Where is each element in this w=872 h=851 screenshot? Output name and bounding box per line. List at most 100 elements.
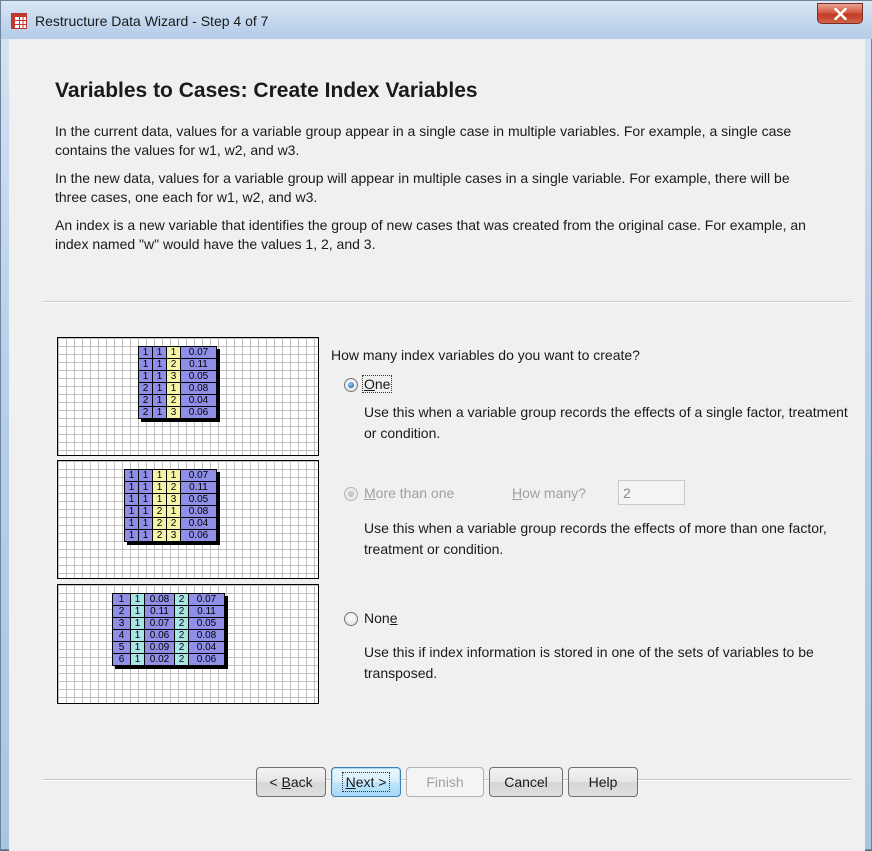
diagram-cell: 1 [130,641,145,654]
diagram-cell: 0.06 [144,629,175,642]
diagram-cell: 0.05 [180,493,217,506]
diagram-cell: 2 [174,629,189,642]
diagram-cell: 1 [138,505,153,518]
diagram-row: 5 1 0.09 2 0.04 [112,641,225,654]
diagram-row: 2 1 3 0.06 [138,406,217,419]
diagram-cell: 1 [152,346,167,359]
diagram-cell: 0.08 [144,593,175,606]
diagram-cell: 0.07 [180,469,217,482]
diagram-cell: 0.02 [144,653,175,666]
diagram-none-table: 1 1 0.08 2 0.07 2 1 0.11 2 0.11 3 1 0.07 2 0.05 4 1 0.06 2… [112,593,225,666]
diagram-cell: 3 [166,493,181,506]
diagram-cell: 2 [174,617,189,630]
diagram-cell: 1 [138,370,153,383]
diagram-cell: 1 [166,469,181,482]
diagram-cell: 2 [166,481,181,494]
diagram-cell: 1 [152,406,167,419]
diagram-row: 1 1 1 2 0.11 [124,481,217,494]
diagram-cell: 1 [152,469,167,482]
diagram-cell: 1 [124,469,139,482]
cancel-button[interactable]: Cancel [489,767,563,797]
diagram-cell: 1 [124,481,139,494]
close-button[interactable] [817,3,863,24]
diagram-cell: 1 [138,493,153,506]
wizard-window: Restructure Data Wizard - Step 4 of 7 Va… [0,0,872,851]
diagram-cell: 4 [112,629,131,642]
intro-paragraph-index: An index is a new variable that identifi… [55,217,806,252]
diagram-cell: 1 [130,629,145,642]
diagram-cell: 0.11 [180,481,217,494]
window-title: Restructure Data Wizard - Step 4 of 7 [35,13,269,29]
radio-none-label[interactable]: None [364,610,397,626]
how-many-input[interactable] [618,480,685,505]
diagram-cell: 1 [166,382,181,395]
finish-button[interactable]: Finish [406,767,484,797]
diagram-row: 1 1 1 1 0.07 [124,469,217,482]
diagram-row: 1 1 1 0.07 [138,346,217,359]
diagram-cell: 0.11 [144,605,175,618]
wizard-body: Variables to Cases: Create Index Variabl… [9,39,865,851]
diagram-cell: 1 [124,493,139,506]
diagram-cell: 2 [174,641,189,654]
diagram-cell: 1 [152,382,167,395]
back-button[interactable]: < Back [256,767,326,797]
next-button[interactable]: Next > [331,767,401,797]
intro-paragraph-current: In the current data, values for a variab… [55,123,792,158]
page-title: Variables to Cases: Create Index Variabl… [55,79,478,102]
diagram-cell: 0.08 [188,629,225,642]
title-bar[interactable]: Restructure Data Wizard - Step 4 of 7 [1,1,872,39]
diagram-cell: 2 [112,605,131,618]
diagram-row: 2 1 1 0.08 [138,382,217,395]
diagram-cell: 0.07 [188,593,225,606]
diagram-row: 1 1 2 2 0.04 [124,517,217,530]
diagram-more-table: 1 1 1 1 0.07 1 1 1 2 0.11 1 1 1 3 0.05 1 1 2 1 0.08 1 1 2 2 0.04… [124,469,217,542]
diagram-cell: 0.08 [180,382,217,395]
diagram-cell: 6 [112,653,131,666]
diagram-cell: 1 [152,493,167,506]
diagram-cell: 1 [130,617,145,630]
diagram-cell: 2 [152,517,167,530]
diagram-cell: 1 [138,529,153,542]
diagram-one-table: 1 1 1 0.07 1 1 2 0.11 1 1 3 0.05 2 1 1 0.08 2 1 2 0.04 2 1 3 0.… [138,346,217,419]
diagram-cell: 5 [112,641,131,654]
diagram-cell: 0.09 [144,641,175,654]
diagram-cell: 1 [130,593,145,606]
diagram-row: 3 1 0.07 2 0.05 [112,617,225,630]
radio-more-than-one[interactable] [344,487,358,501]
radio-more-than-one-label[interactable]: More than one [364,485,454,501]
diagram-row: 1 1 2 3 0.06 [124,529,217,542]
radio-one-label[interactable]: One [361,375,393,393]
diagram-cell: 0.07 [180,346,217,359]
spreadsheet-icon [11,13,27,29]
diagram-cell: 0.04 [180,394,217,407]
diagram-cell: 2 [166,394,181,407]
diagram-cell: 0.08 [180,505,217,518]
radio-none[interactable] [344,612,358,626]
diagram-cell: 3 [112,617,131,630]
diagram-cell: 0.06 [180,406,217,419]
diagram-row: 4 1 0.06 2 0.08 [112,629,225,642]
diagram-cell: 1 [152,358,167,371]
diagram-row: 2 1 2 0.04 [138,394,217,407]
diagram-row: 2 1 0.11 2 0.11 [112,605,225,618]
radio-one[interactable] [344,378,358,392]
diagram-cell: 0.06 [180,529,217,542]
diagram-cell: 1 [152,481,167,494]
diagram-cell: 0.11 [188,605,225,618]
diagram-cell: 0.04 [188,641,225,654]
diagram-cell: 3 [166,406,181,419]
help-button[interactable]: Help [568,767,638,797]
diagram-cell: 2 [174,653,189,666]
diagram-cell: 0.05 [180,370,217,383]
diagram-cell: 2 [152,529,167,542]
radio-none-description: Use this if index information is stored … [364,644,814,681]
diagram-cell: 1 [152,394,167,407]
diagram-cell: 1 [130,605,145,618]
diagram-no-index: 1 1 0.08 2 0.07 2 1 0.11 2 0.11 3 1 0.07 2 0.05 4 1 0.06 2… [57,584,319,704]
diagram-cell: 0.07 [144,617,175,630]
diagram-cell: 0.04 [180,517,217,530]
diagram-cell: 2 [138,382,153,395]
diagram-row: 6 1 0.02 2 0.06 [112,653,225,666]
diagram-cell: 1 [112,593,131,606]
diagram-cell: 2 [152,505,167,518]
